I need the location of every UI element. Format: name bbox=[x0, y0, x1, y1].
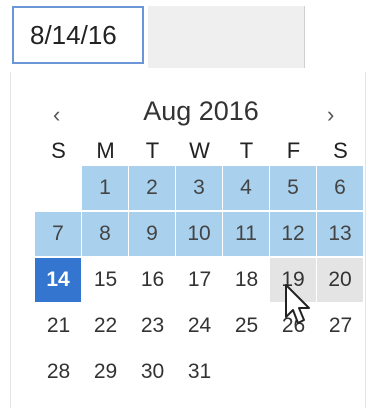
day-cell-23[interactable]: 23 bbox=[129, 304, 176, 348]
date-picker-screen: ‹ Aug 2016 › S M T W T F S 1 2 3 4 5 6 bbox=[0, 0, 374, 408]
day-cell-14[interactable]: 14 bbox=[35, 258, 81, 302]
day-cell-1[interactable]: 1 bbox=[82, 166, 128, 210]
day-cell-9[interactable]: 9 bbox=[129, 212, 175, 256]
day-cell-24[interactable]: 24 bbox=[176, 304, 223, 348]
weekday-label: T bbox=[239, 138, 254, 163]
weekday-label: S bbox=[333, 138, 348, 163]
date-input[interactable] bbox=[12, 6, 144, 64]
day-cell-17[interactable]: 17 bbox=[176, 258, 223, 302]
day-cell-29[interactable]: 29 bbox=[82, 350, 129, 394]
day-cell-22[interactable]: 22 bbox=[82, 304, 129, 348]
calendar-grid: S M T W T F S 1 2 3 4 5 6 7 8 9 10 11 12… bbox=[35, 136, 364, 396]
day-cell-8[interactable]: 8 bbox=[82, 212, 128, 256]
week-row: 14 15 16 17 18 19 20 bbox=[35, 258, 364, 304]
day-cell-5[interactable]: 5 bbox=[270, 166, 316, 210]
day-cell-31[interactable]: 31 bbox=[176, 350, 223, 394]
empty-day-cell bbox=[270, 350, 317, 394]
calendar-popup: ‹ Aug 2016 › S M T W T F S 1 2 3 4 5 6 7… bbox=[10, 72, 366, 408]
empty-day-cell bbox=[223, 350, 270, 394]
day-cell-10[interactable]: 10 bbox=[176, 212, 222, 256]
day-cell-28[interactable]: 28 bbox=[35, 350, 82, 394]
day-cell-6[interactable]: 6 bbox=[317, 166, 363, 210]
day-cell-4[interactable]: 4 bbox=[223, 166, 269, 210]
weekday-label: W bbox=[189, 138, 210, 163]
weekday-label: S bbox=[51, 138, 66, 163]
day-cell-20[interactable]: 20 bbox=[317, 258, 363, 302]
weekday-label: M bbox=[96, 138, 115, 163]
day-cell-11[interactable]: 11 bbox=[223, 212, 269, 256]
empty-day-cell bbox=[317, 350, 364, 394]
input-strip bbox=[0, 0, 374, 72]
week-row: 21 22 23 24 25 26 27 bbox=[35, 304, 364, 350]
weekday-label: F bbox=[286, 138, 301, 163]
day-cell-19[interactable]: 19 bbox=[270, 258, 316, 302]
week-row: 7 8 9 10 11 12 13 bbox=[35, 212, 364, 258]
day-cell-25[interactable]: 25 bbox=[223, 304, 270, 348]
day-cell-30[interactable]: 30 bbox=[129, 350, 176, 394]
week-row: 28 29 30 31 bbox=[35, 350, 364, 396]
day-cell-7[interactable]: 7 bbox=[35, 212, 81, 256]
day-cell-3[interactable]: 3 bbox=[176, 166, 222, 210]
day-cell-18[interactable]: 18 bbox=[223, 258, 270, 302]
day-cell-16[interactable]: 16 bbox=[129, 258, 176, 302]
month-title: Aug 2016 bbox=[143, 96, 259, 126]
weekday-label: T bbox=[145, 138, 160, 163]
day-cell-13[interactable]: 13 bbox=[317, 212, 363, 256]
day-cell-21[interactable]: 21 bbox=[35, 304, 82, 348]
day-cell-2[interactable]: 2 bbox=[129, 166, 175, 210]
day-cell-15[interactable]: 15 bbox=[82, 258, 129, 302]
calendar-header: ‹ Aug 2016 › bbox=[11, 96, 367, 136]
input-strip-background bbox=[148, 6, 305, 68]
day-cell-12[interactable]: 12 bbox=[270, 212, 316, 256]
day-cell-26[interactable]: 26 bbox=[270, 304, 317, 348]
week-row: 1 2 3 4 5 6 bbox=[35, 166, 364, 212]
empty-day-cell bbox=[35, 166, 82, 210]
prev-month-button[interactable]: ‹ bbox=[53, 102, 60, 128]
day-cell-27[interactable]: 27 bbox=[317, 304, 364, 348]
next-month-button[interactable]: › bbox=[327, 102, 334, 128]
weekday-header-row: S M T W T F S bbox=[35, 136, 364, 166]
